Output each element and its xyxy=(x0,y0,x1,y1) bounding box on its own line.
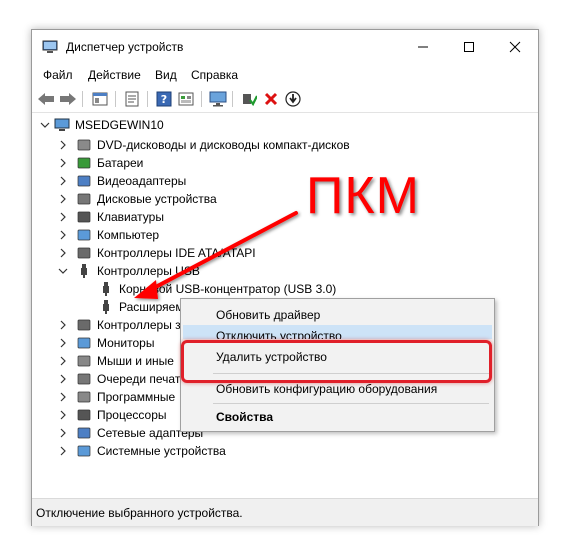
highlight-frame xyxy=(181,340,492,383)
context-update-driver[interactable]: Обновить драйвер xyxy=(183,304,492,326)
context-disable-device[interactable]: Отключить устройство xyxy=(183,325,492,339)
annotation-arrow xyxy=(134,211,298,299)
right-click-annotation-label: ПКМ xyxy=(306,167,420,225)
context-separator xyxy=(213,403,489,404)
context-item-label: Отключить устройство xyxy=(216,329,342,339)
context-item-label: Обновить драйвер xyxy=(216,308,321,322)
context-item-label: Свойства xyxy=(216,410,274,424)
context-item-label: Обновить конфигурацию оборудования xyxy=(216,382,438,396)
context-properties[interactable]: Свойства xyxy=(183,406,492,428)
